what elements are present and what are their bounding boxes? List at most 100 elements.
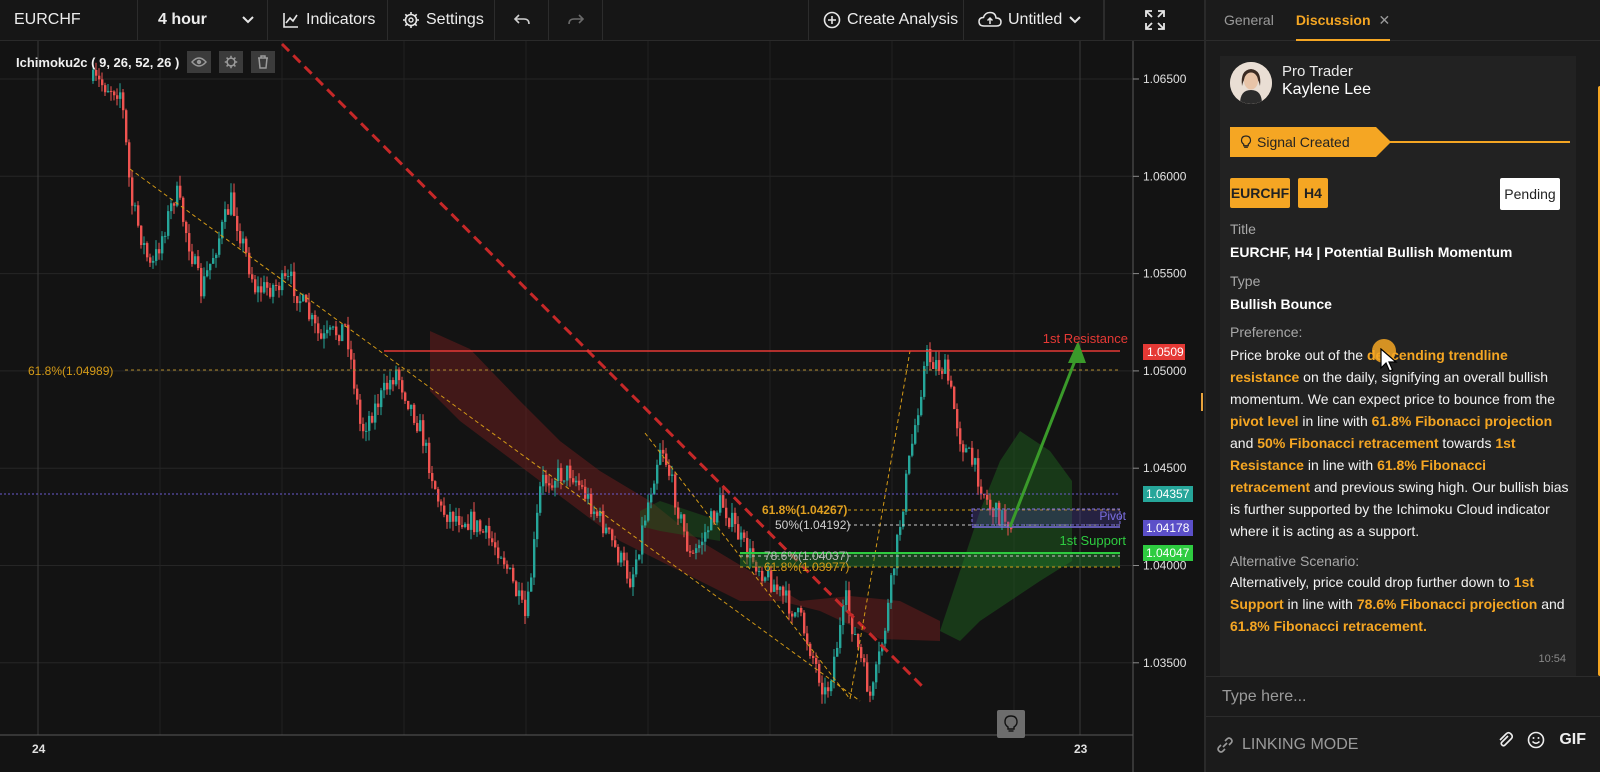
- idea-button[interactable]: [997, 710, 1025, 738]
- alternative-text: Alternatively, price could drop further …: [1230, 571, 1570, 637]
- message-input[interactable]: [1222, 687, 1562, 706]
- candle-body: [758, 570, 761, 572]
- candle-body: [272, 284, 275, 297]
- fib-618-ret-label: 61.8%(1.03977): [764, 560, 849, 574]
- mouse-cursor-icon: [1380, 348, 1398, 372]
- candle-body: [794, 612, 797, 617]
- descending-trendline[interactable]: [280, 42, 927, 691]
- candle-body: [302, 294, 305, 302]
- author-name[interactable]: Kaylene Lee: [1282, 81, 1371, 99]
- candle-body: [290, 271, 293, 277]
- candle-body: [863, 658, 866, 663]
- candle-body: [359, 399, 362, 424]
- symbol-selector[interactable]: EURCHF: [0, 0, 138, 40]
- candle-body: [605, 527, 608, 534]
- candle-body: [296, 296, 299, 304]
- indicator-settings-button[interactable]: [219, 51, 244, 73]
- candle-body: [380, 390, 383, 408]
- gif-button[interactable]: GIF: [1559, 731, 1586, 749]
- chart-canvas[interactable]: 1st Resistance 61.8%(1.04989) 61.8%(1.04…: [0, 41, 1204, 772]
- attachment-icon[interactable]: [1497, 731, 1514, 749]
- candle-body: [338, 335, 341, 342]
- candle-body: [200, 268, 203, 297]
- candle-body: [440, 501, 443, 506]
- candle-body: [905, 473, 908, 512]
- layout-selector[interactable]: Untitled: [964, 0, 1104, 40]
- candle-body: [854, 633, 857, 635]
- avatar[interactable]: [1230, 62, 1272, 104]
- tab-general[interactable]: General: [1224, 12, 1274, 28]
- candle-body: [560, 467, 563, 482]
- candle-body: [293, 271, 296, 297]
- create-analysis-button[interactable]: Create Analysis: [808, 0, 964, 40]
- candle-body: [980, 486, 983, 495]
- discussion-panel: General Discussion ✕ Pro Trader Kaylene …: [1204, 0, 1600, 772]
- candle-body: [683, 514, 686, 532]
- layout-name: Untitled: [1008, 11, 1063, 28]
- emoji-icon[interactable]: [1527, 731, 1545, 749]
- linking-mode-button[interactable]: LINKING MODE: [1216, 736, 1358, 754]
- candle-body: [986, 494, 989, 500]
- candle-body: [389, 380, 392, 390]
- candle-body: [119, 92, 122, 99]
- candle-body: [461, 525, 464, 527]
- candle-body: [326, 329, 329, 334]
- candle-body: [638, 554, 641, 560]
- candle-body: [449, 511, 452, 522]
- candle-body: [251, 274, 254, 280]
- interval-selector[interactable]: 4 hour: [138, 0, 268, 40]
- candle-body: [254, 279, 257, 293]
- candle-body: [518, 590, 521, 597]
- candle-body: [707, 530, 710, 533]
- text-run: Alternatively, price could drop further …: [1230, 574, 1514, 590]
- candle-body: [884, 630, 887, 644]
- undo-button[interactable]: [495, 0, 549, 40]
- candle-body: [563, 480, 566, 482]
- fullscreen-button[interactable]: [1104, 0, 1204, 40]
- candle-body: [593, 511, 596, 514]
- candle-body: [299, 301, 302, 304]
- candle-body: [155, 249, 158, 261]
- redo-button[interactable]: [549, 0, 603, 40]
- candle-body: [944, 359, 947, 374]
- indicators-button[interactable]: Indicators: [268, 0, 388, 40]
- settings-button[interactable]: Settings: [388, 0, 495, 40]
- candle-body: [773, 584, 776, 592]
- candle-body: [224, 209, 227, 222]
- candle-body: [398, 369, 401, 381]
- candle-body: [134, 205, 137, 207]
- indicator-visibility-button[interactable]: [187, 51, 212, 73]
- candle-body: [242, 238, 245, 244]
- candle-body: [530, 577, 533, 592]
- candle-body: [842, 604, 845, 626]
- candle-body: [740, 532, 743, 540]
- close-icon[interactable]: ✕: [1379, 12, 1391, 29]
- candle-body: [692, 552, 695, 554]
- candle-body: [506, 564, 509, 569]
- candle-body: [617, 546, 620, 563]
- candle-body: [869, 691, 872, 696]
- candle-body: [332, 326, 335, 328]
- tab-discussion[interactable]: Discussion ✕: [1295, 0, 1391, 41]
- candle-body: [860, 647, 863, 659]
- candle-body: [950, 380, 953, 387]
- pivot-zone[interactable]: [971, 508, 1121, 526]
- candle-body: [164, 235, 167, 237]
- candle-body: [452, 511, 455, 522]
- candle-body: [350, 349, 353, 360]
- indicator-name[interactable]: Ichimoku2c ( 9, 26, 52, 26 ): [16, 55, 179, 70]
- candle-body: [737, 524, 740, 540]
- indicator-remove-button[interactable]: [251, 51, 276, 73]
- time-axis[interactable]: 24 23: [32, 742, 1088, 756]
- preference-field-label: Preference:: [1230, 324, 1303, 340]
- candle-body: [443, 505, 446, 515]
- candle-body: [401, 380, 404, 393]
- candle-body: [503, 557, 506, 565]
- price-chart[interactable]: 1st Resistance 61.8%(1.04989) 61.8%(1.04…: [0, 41, 1204, 772]
- candle-body: [920, 396, 923, 416]
- price-axis[interactable]: 1.06500 1.06000 1.05500 1.05000 1.04500 1.040…: [1133, 72, 1187, 670]
- candle-body: [476, 520, 479, 533]
- candle-body: [686, 531, 689, 552]
- text-run: in line with: [1283, 596, 1357, 612]
- candle-body: [647, 502, 650, 521]
